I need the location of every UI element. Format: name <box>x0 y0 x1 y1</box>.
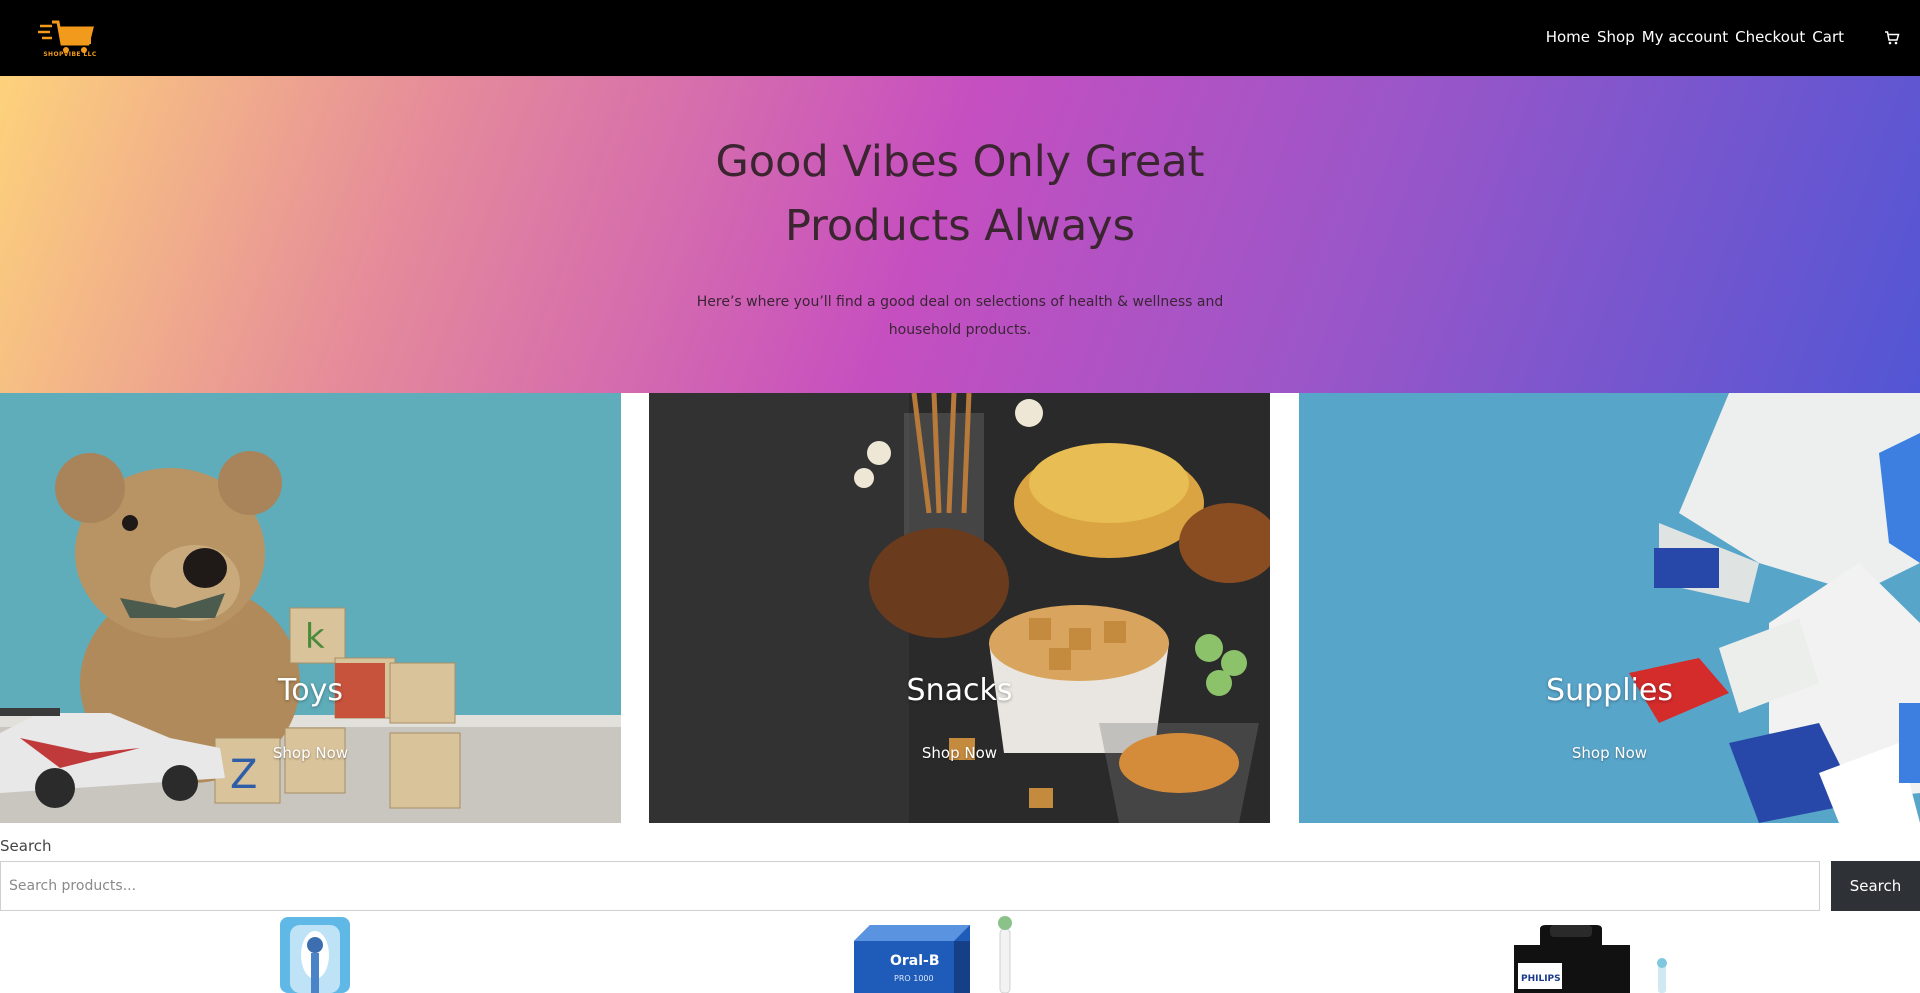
shop-now-toys-link[interactable]: Shop Now <box>0 744 621 762</box>
product-card-oral-b-pro-1000[interactable]: Oral-B PRO 1000 <box>850 915 1020 993</box>
main-nav: Home Shop My account Checkout Cart <box>1546 28 1844 46</box>
product-image-toothbrush-heads <box>280 917 350 993</box>
search-label: Search <box>0 837 52 855</box>
nav-shop[interactable]: Shop <box>1597 28 1635 46</box>
product-image-oral-b: Oral-B PRO 1000 <box>854 916 1012 993</box>
category-tile-snacks[interactable]: Snacks Shop Now <box>649 393 1270 823</box>
search-input[interactable] <box>0 861 1820 911</box>
product-image-philips: PHILIPS <box>1514 925 1667 993</box>
category-tiles: k Z Toys Shop Now Snacks Shop Now Suppli… <box>0 393 1920 823</box>
logo-text: SHOPVIBE LLC <box>43 51 97 58</box>
search-button[interactable]: Search <box>1831 861 1920 911</box>
shopping-cart-icon[interactable] <box>1884 30 1900 46</box>
product-card-toothbrush-heads[interactable] <box>275 915 355 993</box>
hero-subtitle: Here’s where you’ll find a good deal on … <box>696 294 1224 338</box>
nav-home[interactable]: Home <box>1546 28 1590 46</box>
oral-b-brand-text: Oral-B <box>890 953 940 969</box>
nav-cart[interactable]: Cart <box>1812 28 1844 46</box>
category-tile-toys[interactable]: k Z Toys Shop Now <box>0 393 621 823</box>
philips-brand-text: PHILIPS <box>1521 974 1561 984</box>
nav-my-account[interactable]: My account <box>1642 28 1728 46</box>
category-title-toys: Toys <box>278 673 343 708</box>
shop-now-snacks-link[interactable]: Shop Now <box>649 744 1270 762</box>
hero-title: Good Vibes Only Great Products Always <box>715 137 1205 251</box>
category-title-snacks: Snacks <box>906 673 1013 708</box>
category-title-supplies: Supplies <box>1546 673 1673 708</box>
nav-checkout[interactable]: Checkout <box>1735 28 1805 46</box>
svg-text:k: k <box>305 617 325 657</box>
hero-banner: Good Vibes Only Great Products Always He… <box>0 76 1920 393</box>
site-header: SHOPVIBE LLC Home Shop My account Checko… <box>0 0 1920 76</box>
oral-b-model-text: PRO 1000 <box>894 974 934 983</box>
shop-now-supplies-link[interactable]: Shop Now <box>1299 744 1920 762</box>
product-card-philips-toothbrush[interactable]: PHILIPS <box>1510 915 1680 993</box>
category-tile-supplies[interactable]: Supplies Shop Now <box>1299 393 1920 823</box>
